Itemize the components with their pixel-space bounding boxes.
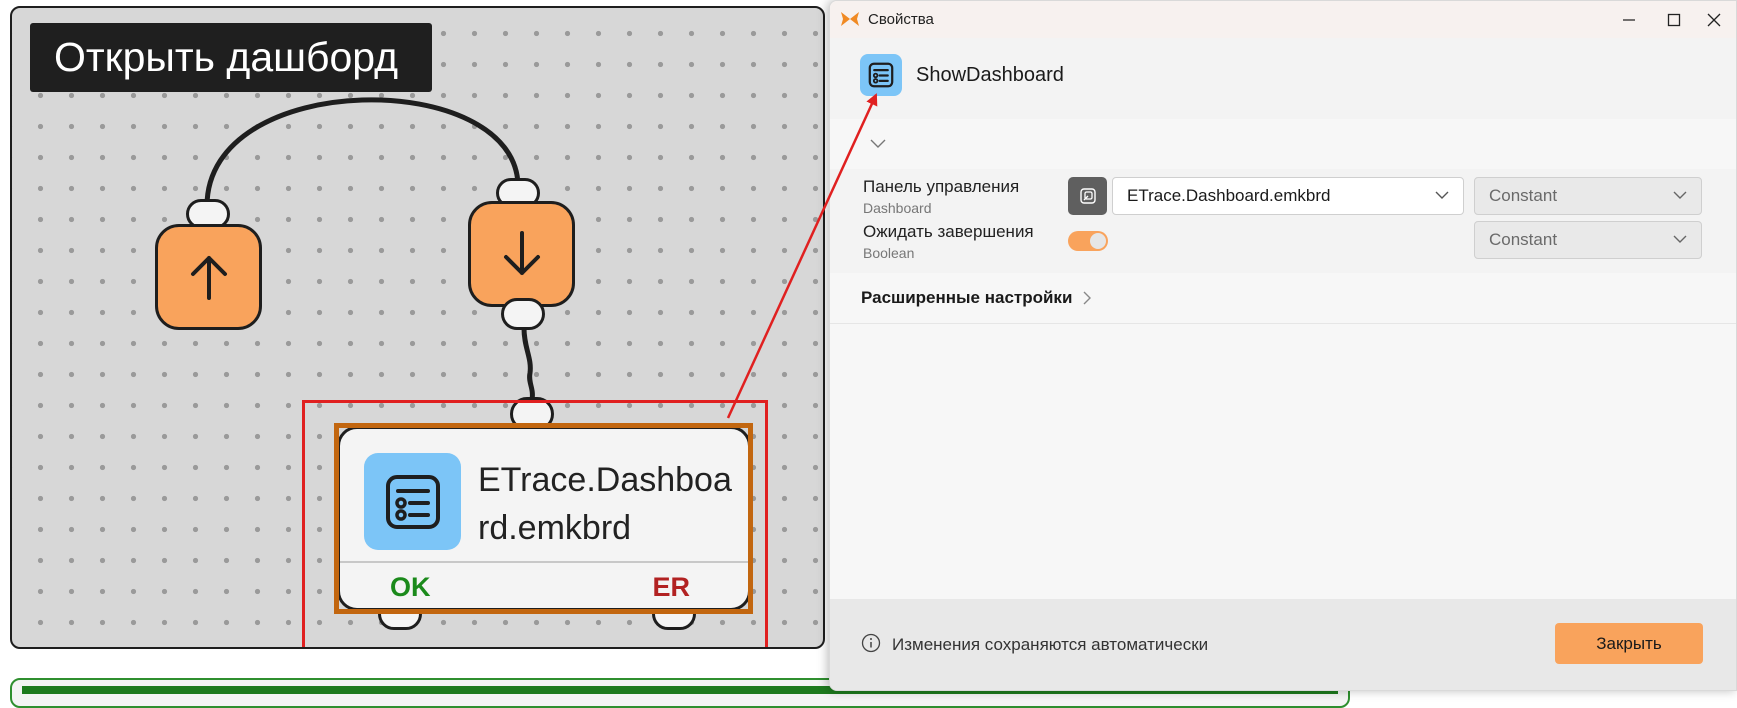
- minimize-icon[interactable]: [1607, 7, 1651, 33]
- node-type-icon: [860, 54, 902, 96]
- open-external-icon: [1079, 188, 1096, 204]
- advanced-settings-row[interactable]: Расширенные настройки: [830, 273, 1736, 324]
- close-button[interactable]: Закрыть: [1555, 623, 1703, 664]
- node-title: ShowDashboard: [916, 64, 1064, 86]
- maximize-icon[interactable]: [1652, 7, 1696, 33]
- autosave-notice: Изменения сохраняются автоматически: [892, 635, 1209, 654]
- dashboard-select-value: ETrace.Dashboard.emkbrd: [1127, 186, 1331, 205]
- window-title: Свойства: [868, 11, 934, 28]
- chevron-down-icon: [1673, 235, 1687, 243]
- chevron-down-icon: [1673, 191, 1687, 199]
- properties-window: Свойства ShowDashboard Панель управления…: [829, 0, 1737, 691]
- window-titlebar[interactable]: Свойства: [830, 1, 1736, 38]
- app-logo-icon: [841, 12, 859, 26]
- wait-completion-toggle[interactable]: [1068, 231, 1108, 251]
- node-header: ShowDashboard: [830, 38, 1736, 119]
- chevron-down-icon[interactable]: [870, 139, 886, 149]
- info-icon: [861, 633, 881, 653]
- collapse-toggle-row[interactable]: [830, 119, 1736, 170]
- property-label-dashboard: Панель управления: [863, 177, 1020, 196]
- window-footer: Изменения сохраняются автоматически Закр…: [830, 599, 1736, 690]
- dashboard-list-icon: [868, 62, 894, 88]
- property-type-dashboard: Dashboard: [863, 200, 932, 216]
- dashboard-select[interactable]: ETrace.Dashboard.emkbrd: [1112, 177, 1464, 215]
- arrow-down-icon: [503, 231, 540, 275]
- property-type-wait: Boolean: [863, 245, 915, 261]
- highlight-box-inner: [334, 423, 753, 614]
- properties-panel: Панель управления Dashboard ETrace.Dashb…: [830, 169, 1736, 273]
- arrow-up-icon: [190, 256, 227, 300]
- chevron-right-icon: [1083, 291, 1091, 305]
- input-node-port-bottom[interactable]: [501, 298, 545, 330]
- wait-mode-select[interactable]: Constant: [1474, 221, 1702, 259]
- wait-mode-value: Constant: [1489, 230, 1558, 249]
- dashboard-mode-select[interactable]: Constant: [1474, 177, 1702, 215]
- close-icon[interactable]: [1692, 7, 1736, 33]
- open-dashboard-button[interactable]: [1068, 177, 1107, 215]
- workflow-canvas[interactable]: Открыть дашборд ETrace.Dashboard.emkbrd …: [10, 6, 825, 649]
- advanced-settings-label: Расширенные настройки: [861, 288, 1073, 307]
- property-label-wait: Ожидать завершения: [863, 222, 1034, 241]
- dashboard-mode-value: Constant: [1489, 186, 1558, 205]
- input-node[interactable]: [468, 201, 575, 307]
- start-node[interactable]: [155, 224, 262, 330]
- chevron-down-icon: [1435, 191, 1449, 199]
